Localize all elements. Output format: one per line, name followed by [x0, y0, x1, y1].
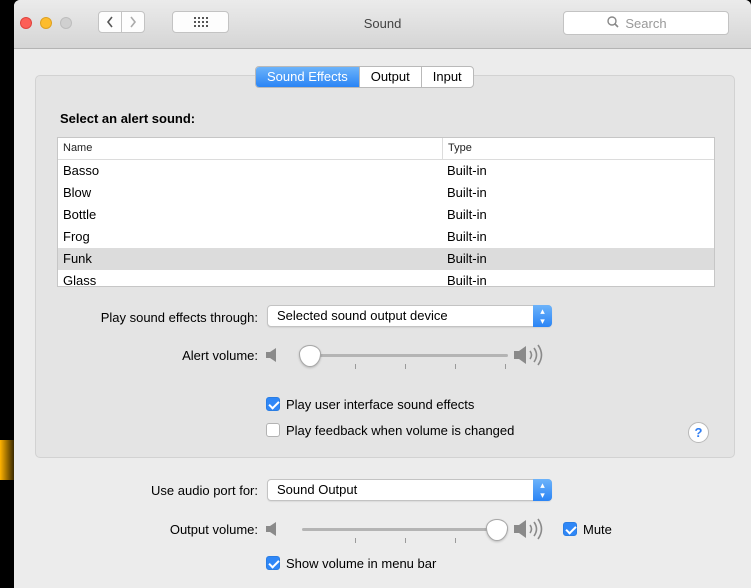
speaker-high-icon: [514, 518, 543, 540]
show-volume-checkbox[interactable]: [266, 556, 280, 570]
tab-output[interactable]: Output: [358, 67, 421, 87]
row-name: Funk: [63, 251, 92, 266]
column-header-name[interactable]: Name: [58, 138, 442, 159]
row-name: Glass: [63, 273, 97, 287]
tab-input[interactable]: Input: [420, 67, 473, 87]
alert-sound-heading: Select an alert sound:: [60, 111, 196, 126]
mute-checkbox[interactable]: [563, 522, 577, 536]
speaker-low-icon: [266, 348, 276, 362]
audio-port-label: Use audio port for:: [151, 483, 258, 498]
audio-port-value: Sound Output: [277, 482, 358, 497]
back-icon: [106, 16, 113, 28]
row-type: Built-in: [447, 251, 487, 266]
close-button[interactable]: [20, 17, 32, 29]
feedback-label[interactable]: Play feedback when volume is changed: [286, 423, 514, 438]
alert-volume-tick: [505, 364, 506, 369]
search-icon: [607, 16, 619, 28]
play-through-value: Selected sound output device: [277, 308, 448, 323]
alert-volume-tick: [355, 364, 356, 369]
play-through-label: Play sound effects through:: [100, 310, 258, 325]
output-volume-track: [302, 528, 508, 531]
table-row[interactable]: Frog Built-in: [58, 226, 714, 248]
show-all-button[interactable]: [172, 11, 229, 33]
table-row[interactable]: Basso Built-in: [58, 160, 714, 182]
table-row[interactable]: Glass Built-in: [58, 270, 714, 287]
grid-icon: [193, 17, 208, 27]
tab-sound-effects[interactable]: Sound Effects: [256, 67, 359, 87]
output-volume-slider-knob[interactable]: [486, 519, 508, 541]
table-row[interactable]: Blow Built-in: [58, 182, 714, 204]
table-row-selected[interactable]: Funk Built-in: [58, 248, 714, 270]
alert-volume-tick: [405, 364, 406, 369]
sound-preferences-window: Sound Sound Effects Output Input Select …: [14, 0, 751, 588]
alert-volume-track: [302, 354, 508, 357]
back-button[interactable]: [98, 11, 122, 33]
popup-arrows-icon: ▴ ▾: [533, 305, 552, 327]
mute-label[interactable]: Mute: [583, 522, 612, 537]
output-volume-tick: [405, 538, 406, 543]
row-name: Bottle: [63, 207, 97, 222]
table-header: Name Type: [58, 138, 714, 160]
ui-sounds-checkbox[interactable]: [266, 397, 280, 411]
row-name: Frog: [63, 229, 90, 244]
alert-volume-label: Alert volume:: [182, 348, 258, 363]
zoom-button[interactable]: [60, 17, 72, 29]
output-volume-tick: [455, 538, 456, 543]
help-button[interactable]: ?: [688, 422, 709, 443]
row-type: Built-in: [447, 163, 487, 178]
row-type: Built-in: [447, 229, 487, 244]
title-bar: Sound: [14, 0, 751, 49]
tab-bar: Sound Effects Output Input: [255, 66, 474, 88]
feedback-checkbox[interactable]: [266, 423, 280, 437]
audio-port-popup[interactable]: Sound Output ▴ ▾: [267, 479, 552, 501]
alert-sound-table: Name Type Basso Built-in Blow Built-in B…: [57, 137, 715, 287]
output-volume-tick: [355, 538, 356, 543]
row-type: Built-in: [447, 273, 487, 287]
table-row[interactable]: Bottle Built-in: [58, 204, 714, 226]
search-input[interactable]: [563, 11, 729, 35]
forward-button[interactable]: [121, 11, 145, 33]
row-type: Built-in: [447, 207, 487, 222]
forward-icon: [130, 16, 137, 28]
row-name: Basso: [63, 163, 100, 178]
column-header-type[interactable]: Type: [442, 138, 472, 159]
output-volume-label: Output volume:: [169, 522, 258, 537]
alert-volume-tick: [455, 364, 456, 369]
speaker-high-icon: [514, 344, 543, 366]
row-type: Built-in: [447, 185, 487, 200]
play-through-popup[interactable]: Selected sound output device ▴ ▾: [267, 305, 552, 327]
row-name: Blow: [63, 185, 92, 200]
popup-arrows-icon: ▴ ▾: [533, 479, 552, 501]
minimize-button[interactable]: [40, 17, 52, 29]
ui-sounds-label[interactable]: Play user interface sound effects: [286, 397, 474, 412]
show-volume-label[interactable]: Show volume in menu bar: [286, 556, 436, 571]
speaker-low-icon: [266, 522, 276, 536]
